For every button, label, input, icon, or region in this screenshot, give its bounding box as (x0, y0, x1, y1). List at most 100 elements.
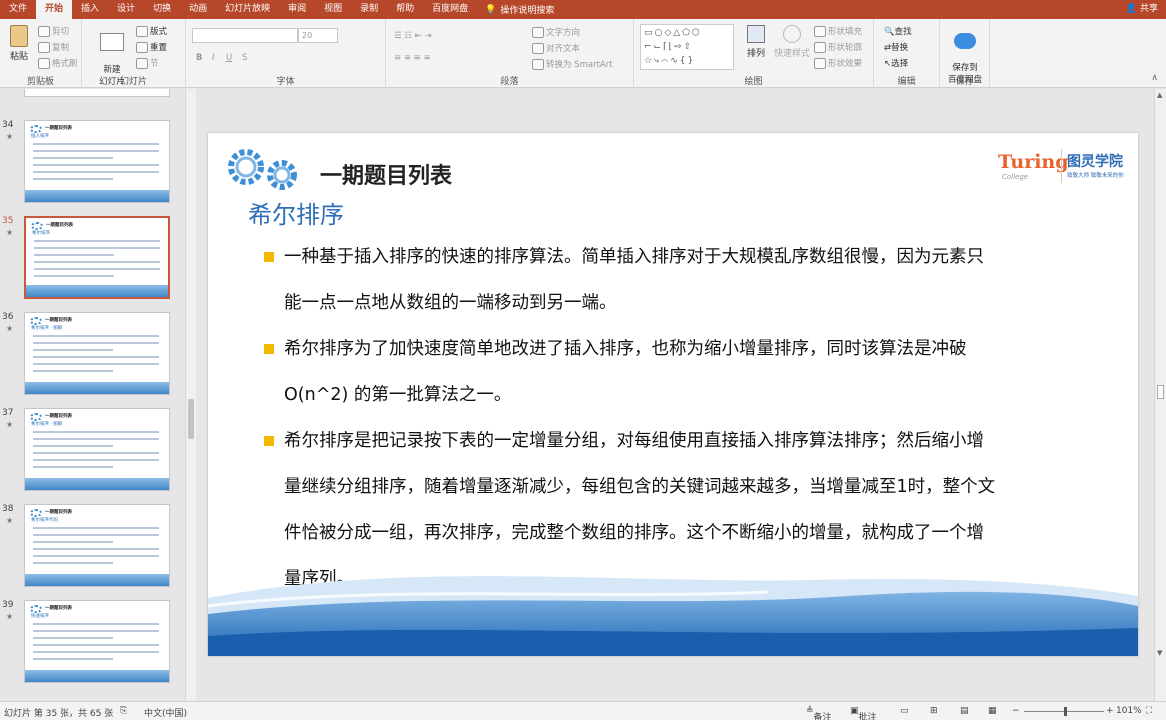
comments-button[interactable]: ▣ 批注 (850, 706, 877, 720)
thumb-text-line (33, 555, 159, 557)
reset-button[interactable]: 重置 (136, 41, 167, 53)
find-button[interactable]: 🔍查找 (884, 25, 912, 37)
tab-review[interactable]: 审阅 (279, 0, 315, 19)
thumb-text-line (33, 342, 159, 344)
slide-thumbnail-33[interactable] (24, 89, 170, 97)
thumb-title: 一期题目列表 (45, 126, 72, 131)
thumb-wave (25, 190, 169, 202)
shape-fill-button[interactable]: 形状填充 (814, 25, 862, 37)
shape-effects-button[interactable]: 形状效果 (814, 57, 862, 69)
slide-thumbnail-35[interactable]: 一期题目列表 希尔排序 (24, 216, 170, 299)
group-editing: 🔍查找 ⇄替换 ↖选择 编辑 (874, 19, 940, 88)
thumb-text-line (33, 356, 159, 358)
zoom-in-button[interactable]: + (1106, 706, 1114, 716)
zoom-slider-handle[interactable] (1064, 707, 1067, 716)
convert-smartart-button[interactable]: 转换为 SmartArt (532, 58, 613, 70)
paste-button[interactable]: 粘贴 (4, 25, 34, 62)
notes-button[interactable]: ≜ 备注 (806, 706, 832, 720)
cloud-icon (954, 33, 976, 49)
copy-button[interactable]: 复制 (38, 41, 69, 53)
section-button[interactable]: 节 (136, 57, 159, 69)
slide-thumbnail-39[interactable]: 一期题目列表 快速排序 (24, 600, 170, 683)
underline-button[interactable]: U (226, 53, 232, 63)
slide-number: 37 (2, 408, 14, 418)
language-indicator[interactable]: 中文(中国) (144, 706, 187, 719)
thumb-text-line (33, 630, 159, 632)
bullets-button[interactable]: ☰ ☷ ⇤ ⇥ (394, 31, 432, 41)
bullet-2-line-2: O(n^2) 的第一批算法之一。 (284, 385, 512, 405)
copy-icon (38, 42, 50, 53)
arrange-button[interactable]: 排列 (742, 25, 770, 59)
replace-button[interactable]: ⇄替换 (884, 41, 908, 53)
shapes-gallery[interactable]: ▭○◇△⬠⬡ ⌐⌙⌈⌊⇨⇧ ☆⤷⌒∿{} (640, 24, 734, 70)
quick-styles-button[interactable]: 快速样式 (772, 25, 812, 59)
tab-file[interactable]: 文件 (0, 0, 36, 19)
font-family-combo[interactable] (192, 28, 298, 43)
align-buttons[interactable]: ≡ ≡ ≡ ≡ (394, 53, 431, 63)
scroll-up-arrow[interactable]: ▲ (1157, 91, 1162, 99)
zoom-out-button[interactable]: − (1012, 706, 1020, 716)
group-paragraph: 文字方向 对齐文本 转换为 SmartArt ☰ ☷ ⇤ ⇥ ≡ ≡ ≡ ≡ 段… (386, 19, 634, 88)
italic-button[interactable]: I (212, 53, 215, 63)
slide-thumbnail-34[interactable]: 一期题目列表插入排序 (24, 120, 170, 203)
thumb-gears-icon (31, 222, 43, 230)
tab-transitions[interactable]: 切换 (144, 0, 180, 19)
thumb-text-line (33, 541, 113, 543)
share-button[interactable]: 👤 共享 (1126, 0, 1158, 19)
tab-help[interactable]: 帮助 (387, 0, 423, 19)
bullet-1-text[interactable]: 一种基于插入排序的快速的排序算法。简单插入排序对于大规模乱序数组很慢，因为元素只… (284, 234, 1084, 326)
tab-baidu[interactable]: 百度网盘 (423, 0, 477, 19)
select-button[interactable]: ↖选择 (884, 57, 908, 69)
slide-title[interactable]: 一期题目列表 (320, 158, 452, 190)
slide-thumbnail-38[interactable]: 一期题目列表 希尔排序代码 (24, 504, 170, 587)
slide-scroll-thumb[interactable] (1157, 385, 1164, 399)
slide-thumbnail-37[interactable]: 一期题目列表 希尔排序 · 图解 (24, 408, 170, 491)
text-direction-button[interactable]: 文字方向 (532, 26, 580, 38)
align-text-button[interactable]: 对齐文本 (532, 42, 580, 54)
thumb-text-line (33, 164, 159, 166)
tab-record[interactable]: 录制 (351, 0, 387, 19)
thumb-wave (26, 285, 168, 297)
thumb-subtitle: 希尔排序代码 (31, 518, 58, 523)
thumb-title: 一期题目列表 (45, 414, 72, 419)
bullet-2-text[interactable]: 希尔排序为了加快速度简单地改进了插入排序，也称为缩小增量排序，同时该算法是冲破 … (284, 326, 1084, 418)
slide-thumbnail-36[interactable]: 一期题目列表 希尔排序 · 图解 (24, 312, 170, 395)
thumb-title: 一期题目列表 (45, 318, 72, 323)
collapse-ribbon-icon[interactable]: ∧ (1151, 73, 1158, 83)
font-size-combo[interactable]: 20 (298, 28, 338, 43)
slide-subtitle[interactable]: 希尔排序 (248, 195, 344, 230)
reading-view-icon[interactable]: ▤ (960, 706, 969, 716)
thumbnail-scroll-thumb[interactable] (188, 399, 194, 439)
fit-slide-icon[interactable]: ⛶ (1146, 706, 1152, 716)
group-save: 保存到 百度网盘 保存 (940, 19, 990, 88)
slideshow-icon[interactable]: ▦ (988, 706, 997, 716)
bullet-2-line-1: 希尔排序为了加快速度简单地改进了插入排序，也称为缩小增量排序，同时该算法是冲破 (284, 339, 967, 359)
zoom-slider[interactable] (1024, 707, 1104, 716)
bullet-marker (264, 436, 274, 446)
spellcheck-icon[interactable]: ⎘ (120, 706, 127, 716)
thumb-wave (25, 574, 169, 586)
tab-view[interactable]: 视图 (315, 0, 351, 19)
cut-button[interactable]: 剪切 (38, 25, 69, 37)
tab-slideshow[interactable]: 幻灯片放映 (216, 0, 279, 19)
tab-insert[interactable]: 插入 (72, 0, 108, 19)
normal-view-icon[interactable]: ▭ (900, 706, 909, 716)
current-slide[interactable]: 一期题目列表 希尔排序 Turing College 图灵学院 致敬大师 致敬未… (208, 133, 1138, 656)
tab-design[interactable]: 设计 (108, 0, 144, 19)
shape-outline-button[interactable]: 形状轮廓 (814, 41, 862, 53)
tell-me-search[interactable]: 💡 操作说明搜索 (477, 3, 554, 17)
scroll-down-arrow[interactable]: ▼ (1157, 649, 1162, 657)
thumb-subtitle: 插入排序 (31, 134, 49, 139)
bold-button[interactable]: B (196, 53, 202, 63)
animation-star-icon: ★ (6, 516, 14, 525)
format-painter-button[interactable]: 格式刷 (38, 57, 78, 69)
shadow-button[interactable]: S (242, 53, 247, 63)
zoom-level[interactable]: 101% (1116, 706, 1142, 716)
tab-home[interactable]: 开始 (36, 0, 73, 19)
tab-animations[interactable]: 动画 (180, 0, 216, 19)
slide-scrollbar[interactable]: ▲ ▼ (1154, 89, 1166, 701)
slide-sorter-icon[interactable]: ⊞ (930, 706, 938, 716)
thumbnail-scrollbar[interactable] (185, 89, 196, 701)
thumb-text-line (34, 275, 114, 277)
layout-button[interactable]: 版式 (136, 25, 167, 37)
